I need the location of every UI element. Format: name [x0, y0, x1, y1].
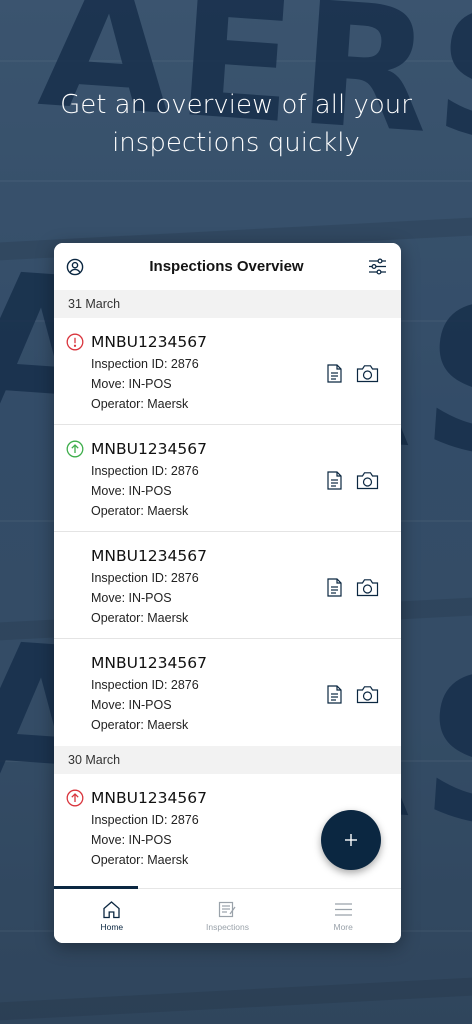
top-bar: Inspections Overview — [54, 243, 401, 290]
headline: Get an overview of all your inspections … — [0, 86, 472, 162]
date-section-header: 30 March — [54, 746, 401, 774]
plus-icon — [345, 834, 357, 846]
alert-circle-icon — [66, 333, 84, 351]
document-icon[interactable] — [327, 685, 342, 704]
user-circle-icon[interactable] — [64, 256, 86, 278]
container-number: MNBU1234567 — [91, 440, 207, 458]
app-screen: Inspections Overview 31 March MNBU123456… — [54, 243, 401, 943]
document-icon[interactable] — [327, 364, 342, 383]
container-number: MNBU1234567 — [91, 333, 207, 351]
inspection-list-item[interactable]: MNBU1234567 Inspection ID: 2876 Move: IN… — [54, 425, 401, 532]
camera-icon[interactable] — [356, 364, 379, 383]
camera-icon[interactable] — [356, 471, 379, 490]
active-tab-indicator — [54, 886, 138, 889]
operator: Operator: Maersk — [91, 504, 189, 518]
operator: Operator: Maersk — [91, 611, 189, 625]
bottom-navigation: Home Inspections More — [54, 886, 401, 943]
inspections-icon — [218, 901, 236, 918]
filter-sliders-icon[interactable] — [367, 256, 389, 278]
home-icon — [103, 901, 120, 919]
date-section-header: 31 March — [54, 290, 401, 318]
document-icon[interactable] — [327, 578, 342, 597]
headline-line-2: inspections quickly — [112, 128, 360, 158]
nav-inspections[interactable]: Inspections — [170, 889, 286, 943]
inspection-list-item[interactable]: MNBU1234567 Inspection ID: 2876 Move: IN… — [54, 639, 401, 746]
nav-inspections-label: Inspections — [206, 922, 249, 932]
arrow-up-circle-icon — [66, 789, 84, 807]
menu-icon — [334, 903, 352, 916]
container-number: MNBU1234567 — [91, 547, 207, 565]
container-number: MNBU1234567 — [91, 654, 207, 672]
container-number: MNBU1234567 — [91, 789, 207, 807]
nav-more[interactable]: More — [285, 889, 401, 943]
operator: Operator: Maersk — [91, 718, 189, 732]
document-icon[interactable] — [327, 471, 342, 490]
arrow-up-circle-icon — [66, 440, 84, 458]
inspection-list-item[interactable]: MNBU1234567 Inspection ID: 2876 Move: IN… — [54, 318, 401, 425]
camera-icon[interactable] — [356, 685, 379, 704]
nav-home-label: Home — [100, 922, 124, 932]
inspection-list-item[interactable]: MNBU1234567 Inspection ID: 2876 Move: IN… — [54, 532, 401, 639]
headline-line-1: Get an overview of all your — [60, 90, 412, 120]
nav-more-label: More — [333, 922, 353, 932]
operator: Operator: Maersk — [91, 397, 189, 411]
camera-icon[interactable] — [356, 578, 379, 597]
page-title: Inspections Overview — [149, 258, 304, 275]
nav-home[interactable]: Home — [54, 889, 170, 943]
add-inspection-button[interactable] — [321, 810, 381, 870]
